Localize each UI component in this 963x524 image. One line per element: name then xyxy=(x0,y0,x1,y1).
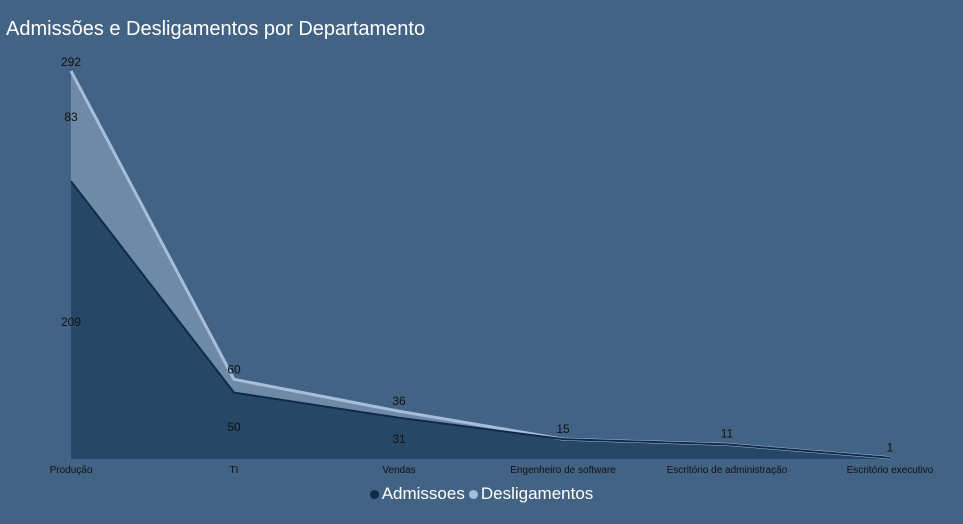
x-tick-label: Produção xyxy=(50,465,93,476)
chart-area: 292603615 111209503183Produção TI Vendas Eng… xyxy=(50,55,934,476)
legend-item-admissoes[interactable]: Admissoes xyxy=(369,484,465,504)
x-tick-label: Vendas xyxy=(382,465,415,476)
total-label: 60 xyxy=(227,362,241,376)
legend-marker-desligamentos xyxy=(468,489,478,499)
admissoes-label: 50 xyxy=(227,420,241,434)
x-tick-label: TI xyxy=(230,465,239,476)
legend: Admissoes Desligamentos xyxy=(0,484,963,504)
desligamentos-label: 83 xyxy=(64,110,78,124)
total-label: 36 xyxy=(392,394,406,408)
total-label: 11 xyxy=(721,426,734,440)
total-label: 292 xyxy=(61,55,81,69)
x-tick-label: Engenheiro de software xyxy=(510,465,616,476)
total-label: 1 xyxy=(887,441,894,455)
x-tick-label: Escritório executivo xyxy=(847,465,934,476)
admissoes-label: 31 xyxy=(392,432,406,446)
legend-label-admissoes: Admissoes xyxy=(381,484,465,503)
legend-marker-admissoes xyxy=(369,489,379,499)
legend-label-desligamentos: Desligamentos xyxy=(480,484,594,503)
total-label: 15 xyxy=(556,422,570,436)
legend-item-desligamentos[interactable]: Desligamentos xyxy=(468,484,594,504)
x-tick-label: Escritório de administração xyxy=(667,465,788,476)
admissoes-label: 209 xyxy=(61,315,81,329)
